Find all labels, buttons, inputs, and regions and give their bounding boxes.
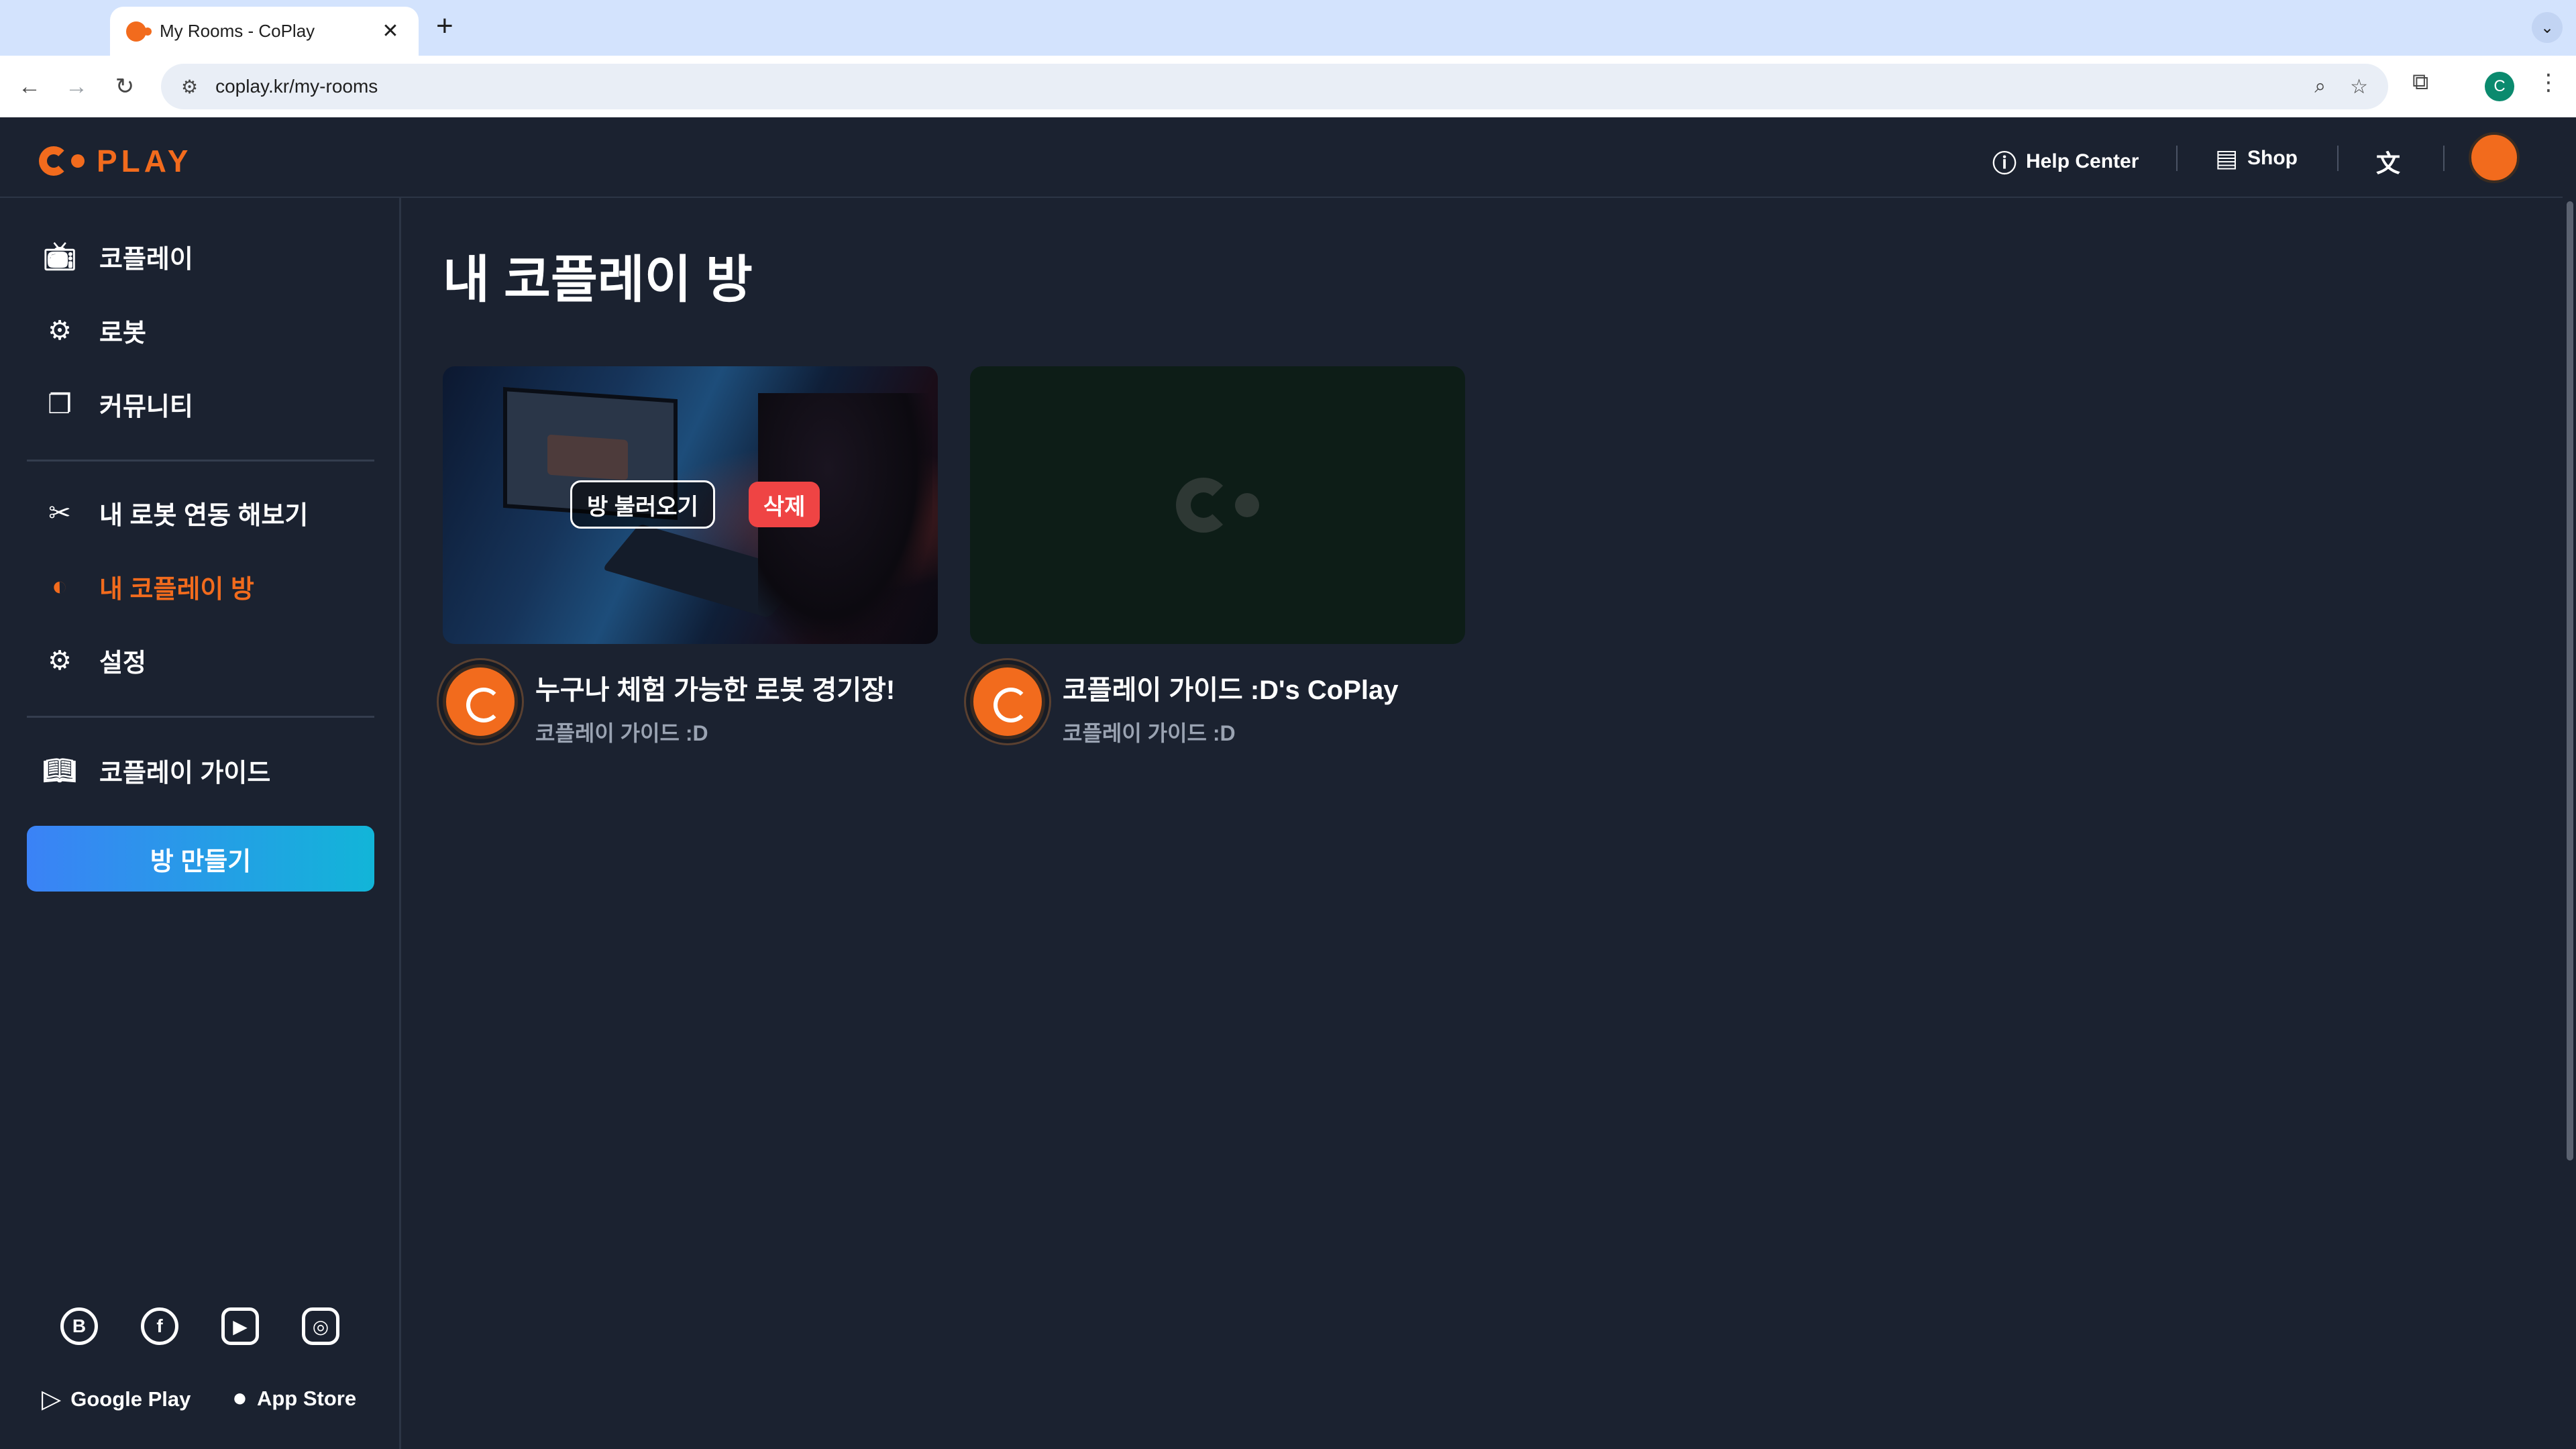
sidebar-item-label: 내 로봇 연동 해보기 [99, 502, 309, 530]
help-center-link[interactable]: ⓘ Help Center [1992, 144, 2139, 179]
language-button[interactable]: 文 [2376, 144, 2410, 179]
instagram-icon[interactable]: ◎ [302, 1307, 339, 1345]
shop-link[interactable]: ▤ Shop [2215, 144, 2298, 172]
sidebar-divider [27, 716, 374, 718]
sidebar-item-label: 코플레이 가이드 [99, 759, 271, 788]
reload-icon[interactable]: ↻ [107, 69, 142, 104]
url-text[interactable]: coplay.kr/my-rooms [215, 76, 2290, 97]
extensions-icon[interactable]: ⧉ [2412, 69, 2428, 95]
page-title: 내 코플레이 방 [443, 252, 753, 309]
sidebar-item-label: 코플레이 [99, 246, 193, 274]
header-divider [2443, 146, 2445, 171]
room-card[interactable]: 방 불러오기 삭제 누구나 체험 가능한 로봇 경기장! 코플레이 가이드 :D [443, 366, 938, 747]
browser-menu-icon[interactable]: ⋮ [2537, 69, 2560, 96]
header-divider [2337, 146, 2339, 171]
room-info: 코플레이 가이드 :D's CoPlay 코플레이 가이드 :D [970, 664, 1465, 747]
coplay-logo-dot-icon [1235, 493, 1259, 517]
room-thumbnail[interactable]: 방 불러오기 삭제 [443, 366, 938, 644]
room-card[interactable]: 코플레이 가이드 :D's CoPlay 코플레이 가이드 :D [970, 366, 1465, 747]
sidebar-item-coplay[interactable]: 📺︎ 코플레이 [42, 238, 193, 275]
site-info-icon[interactable]: ⚙ [181, 76, 198, 98]
profile-avatar[interactable]: C [2485, 72, 2514, 101]
robot-icon: ⚙︎ [48, 315, 72, 345]
tab-search-icon[interactable]: ⌄ [2532, 12, 2563, 43]
store-icon: ▤ [2215, 144, 2239, 172]
sidebar-item-settings[interactable]: ⚙ 설정 [42, 642, 146, 679]
sidebar-item-label: 커뮤니티 [99, 393, 193, 421]
forward-icon[interactable]: → [59, 69, 94, 104]
shop-label: Shop [2247, 147, 2298, 169]
browser-toolbar: ← → ↻ ⚙ coplay.kr/my-rooms ⌕ ☆ ⧉ C ⋮ [0, 56, 2576, 117]
load-room-button[interactable]: 방 불러오기 [570, 480, 715, 529]
create-room-button[interactable]: 방 만들기 [27, 826, 374, 892]
bookmark-star-icon[interactable]: ☆ [2350, 75, 2368, 99]
google-play-icon: ▷ [42, 1385, 62, 1413]
blog-icon[interactable]: B [60, 1307, 98, 1345]
sidebar-item-community[interactable]: ❐ 커뮤니티 [42, 386, 193, 423]
coplay-favicon-icon [126, 21, 152, 42]
new-tab-button[interactable]: + [436, 9, 453, 43]
sidebar-divider [27, 460, 374, 462]
coplay-logo-icon [1176, 478, 1231, 533]
coplay-logo[interactable]: PLAY [39, 143, 192, 179]
logo-text: PLAY [97, 144, 193, 178]
play-circle-icon: ◐ [51, 572, 68, 601]
header-divider [2176, 146, 2178, 171]
sidebar-item-robot-integration[interactable]: ✂︎ 내 로봇 연동 해보기 [42, 494, 308, 531]
room-info: 누구나 체험 가능한 로봇 경기장! 코플레이 가이드 :D [443, 664, 938, 747]
app-store-label: App Store [256, 1386, 357, 1410]
room-title[interactable]: 코플레이 가이드 :D's CoPlay [1063, 668, 1399, 707]
room-actions: 방 불러오기 삭제 [570, 480, 820, 529]
google-play-link[interactable]: ▷ Google Play [42, 1384, 191, 1414]
sidebar-item-robot[interactable]: ⚙︎ 로봇 [42, 312, 146, 349]
sidebar-item-label: 설정 [99, 649, 146, 678]
zoom-icon[interactable]: ⌕ [2314, 75, 2326, 98]
youtube-icon[interactable]: ▶ [221, 1307, 259, 1345]
sidebar-item-guide[interactable]: 📖︎ 코플레이 가이드 [42, 752, 271, 789]
help-circle-icon: ⓘ [1992, 150, 2017, 177]
help-center-label: Help Center [2026, 150, 2139, 172]
sidebar-item-label: 로봇 [99, 319, 146, 347]
close-tab-icon[interactable]: ✕ [378, 19, 402, 43]
delete-room-button[interactable]: 삭제 [748, 482, 820, 527]
chat-icon: ❐ [48, 389, 72, 419]
room-thumbnail[interactable] [970, 366, 1465, 644]
gear-icon: ⚙ [48, 645, 72, 676]
user-avatar[interactable] [2469, 132, 2520, 183]
google-play-label: Google Play [70, 1387, 191, 1411]
room-title[interactable]: 누구나 체험 가능한 로봇 경기장! [535, 668, 895, 707]
translate-icon: 文 [2376, 150, 2401, 177]
apple-icon: ● [232, 1384, 248, 1412]
browser-tab-bar: My Rooms - CoPlay ✕ + ⌄ [0, 0, 2576, 56]
app-store-link[interactable]: ● App Store [232, 1384, 356, 1413]
sidebar: 📺︎ 코플레이 ⚙︎ 로봇 ❐ 커뮤니티 ✂︎ 내 로봇 연동 해보기 ◐ 내 … [0, 198, 401, 1449]
owner-avatar[interactable] [970, 664, 1045, 739]
tools-icon: ✂︎ [48, 498, 71, 528]
tab-title: My Rooms - CoPlay [160, 21, 315, 41]
app-header: PLAY ⓘ Help Center ▤ Shop 文 [0, 117, 2563, 198]
address-bar[interactable]: ⚙ coplay.kr/my-rooms ⌕ ☆ [161, 64, 2388, 109]
book-icon: 📖︎ [42, 756, 77, 786]
owner-avatar[interactable] [443, 664, 518, 739]
logo-c-icon [39, 146, 68, 176]
scrollbar-thumb[interactable] [2567, 201, 2573, 1161]
browser-tab[interactable]: My Rooms - CoPlay ✕ [110, 7, 419, 56]
back-icon[interactable]: ← [12, 69, 47, 104]
facebook-icon[interactable]: f [141, 1307, 178, 1345]
room-owner: 코플레이 가이드 :D [1063, 721, 1236, 745]
room-owner: 코플레이 가이드 :D [535, 721, 708, 745]
logo-dot-icon [71, 154, 85, 168]
tv-icon: 📺︎ [42, 242, 77, 272]
sidebar-item-label: 내 코플레이 방 [99, 576, 254, 604]
sidebar-item-my-rooms[interactable]: ◐ 내 코플레이 방 [42, 568, 254, 605]
